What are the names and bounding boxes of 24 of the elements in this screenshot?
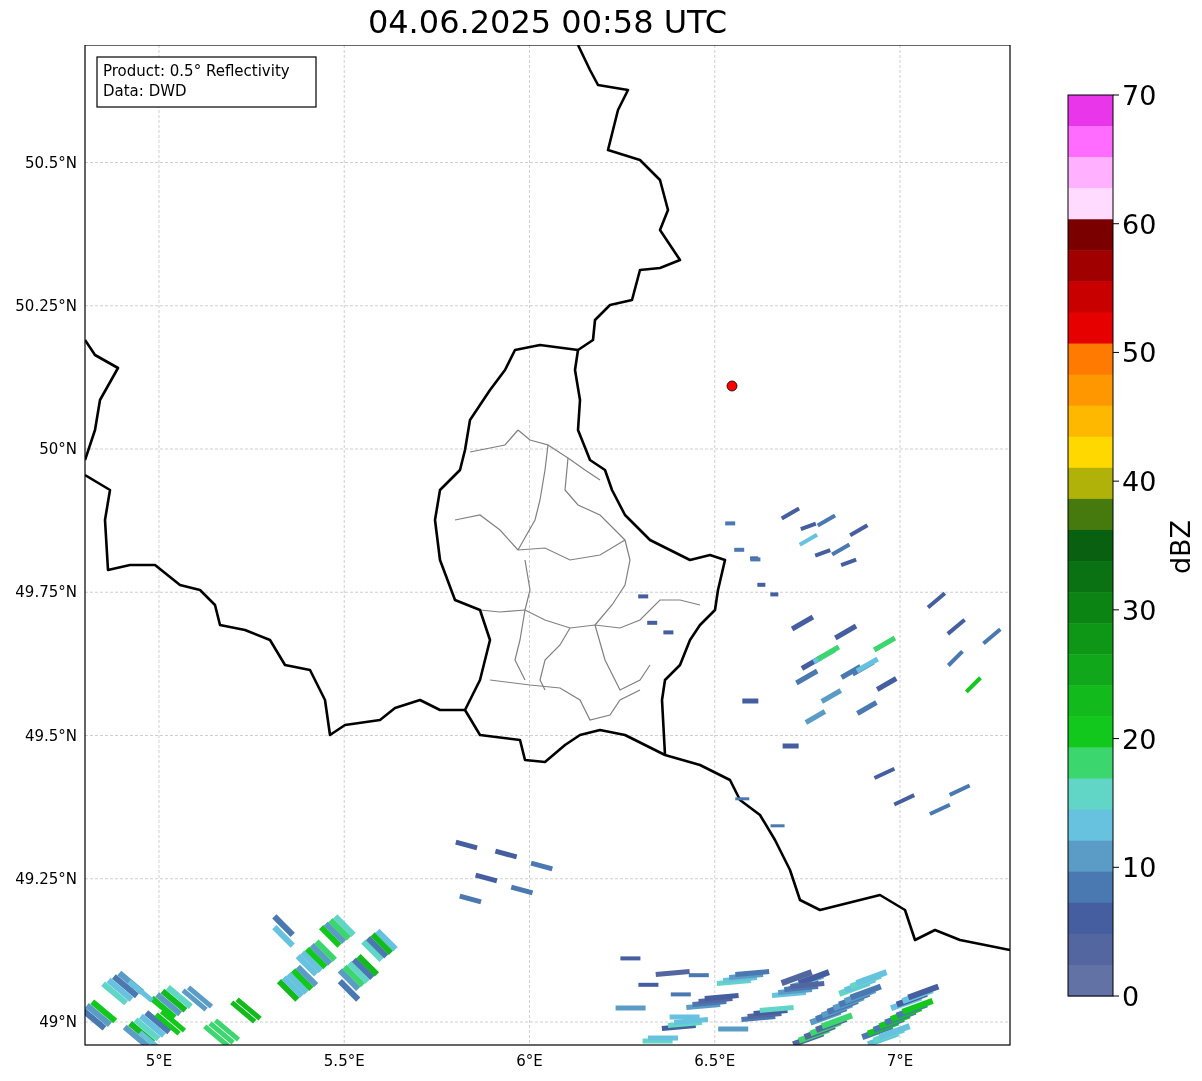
colorbar-tick-label: 40	[1122, 466, 1157, 498]
axis-tick-label: 49.5°N	[24, 726, 77, 745]
colorbar-tick-label: 70	[1122, 80, 1157, 111]
info-text: Product: 0.5° Reflectivity	[103, 62, 290, 80]
axis-tick-label: 5.5°E	[323, 1052, 365, 1070]
colorbar-tick-label: 0	[1122, 981, 1140, 1012]
colorbar-tick-label: 50	[1122, 337, 1157, 369]
axis-tick-label: 6°E	[516, 1052, 543, 1070]
colorbar-tick-label: 10	[1122, 852, 1157, 884]
axis-tick-label: 49.75°N	[15, 583, 77, 602]
colorbar-tick-label: 60	[1122, 208, 1157, 240]
colorbar-tick-label: 30	[1122, 594, 1157, 626]
axis-tick-label: 49°N	[39, 1013, 77, 1031]
chart-title: 04.06.2025 00:58 UTC	[367, 2, 728, 43]
axis-tick-label: 50.25°N	[15, 296, 77, 315]
axis-tick-label: 50°N	[39, 440, 77, 458]
colorbar-tick-label: 20	[1122, 723, 1157, 755]
axis-tick-label: 49.25°N	[15, 869, 77, 888]
info-text: Data: DWD	[103, 82, 187, 100]
axis-tick-label: 6.5°E	[694, 1052, 736, 1070]
axis-tick-label: 50.5°N	[24, 153, 77, 172]
axis-tick-label: 7°E	[886, 1052, 914, 1070]
colorbar-label: dBZ	[1165, 519, 1196, 575]
axis-tick-label: 5°E	[145, 1052, 173, 1070]
